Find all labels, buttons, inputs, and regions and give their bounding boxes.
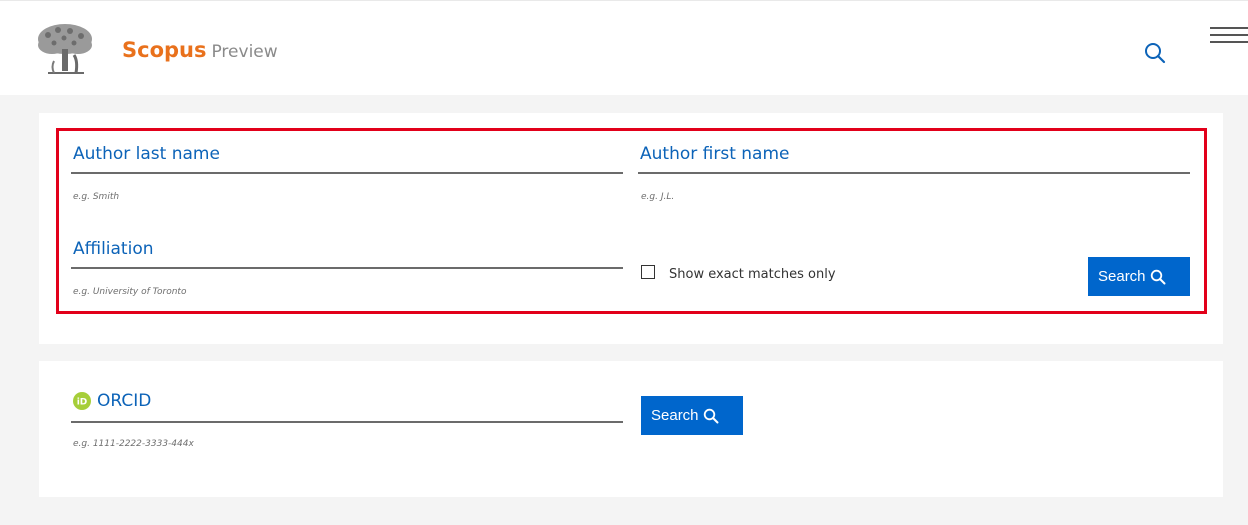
author-first-name-hint: e.g. J.L.: [641, 192, 675, 202]
field-underline: [71, 267, 623, 269]
affiliation-hint: e.g. University of Toronto: [73, 287, 187, 297]
orcid-search-card: [39, 361, 1223, 497]
author-last-name-hint: e.g. Smith: [73, 192, 120, 202]
field-underline: [71, 172, 623, 174]
affiliation-input[interactable]: [71, 238, 623, 269]
author-first-name-field[interactable]: Author first name: [638, 143, 1190, 174]
author-last-name-input[interactable]: [71, 143, 623, 174]
brand-name: Scopus: [122, 38, 207, 62]
affiliation-field[interactable]: Affiliation: [71, 238, 623, 269]
field-underline: [71, 421, 623, 423]
orcid-hint: e.g. 1111-2222-3333-444x: [73, 439, 194, 449]
orcid-input[interactable]: [71, 390, 623, 423]
site-header: Scopus Preview: [0, 0, 1248, 95]
elsevier-tree-logo[interactable]: [34, 21, 96, 77]
orcid-search-button[interactable]: Search: [641, 396, 743, 435]
exact-matches-checkbox[interactable]: [641, 265, 655, 279]
author-first-name-input[interactable]: [638, 143, 1190, 174]
brand[interactable]: Scopus Preview: [122, 37, 278, 65]
field-underline: [638, 172, 1190, 174]
exact-matches-label: Show exact matches only: [669, 267, 836, 282]
search-icon: [703, 408, 719, 423]
author-search-button[interactable]: Search: [1088, 257, 1190, 296]
brand-subtitle: Preview: [211, 42, 278, 62]
orcid-field[interactable]: iD ORCID: [71, 390, 623, 423]
orcid-search-button-label: Search: [651, 406, 699, 424]
hamburger-menu-icon[interactable]: [1210, 25, 1248, 49]
author-last-name-field[interactable]: Author last name: [71, 143, 623, 174]
search-icon[interactable]: [1143, 41, 1167, 65]
search-icon: [1150, 269, 1166, 284]
author-search-button-label: Search: [1098, 267, 1146, 285]
